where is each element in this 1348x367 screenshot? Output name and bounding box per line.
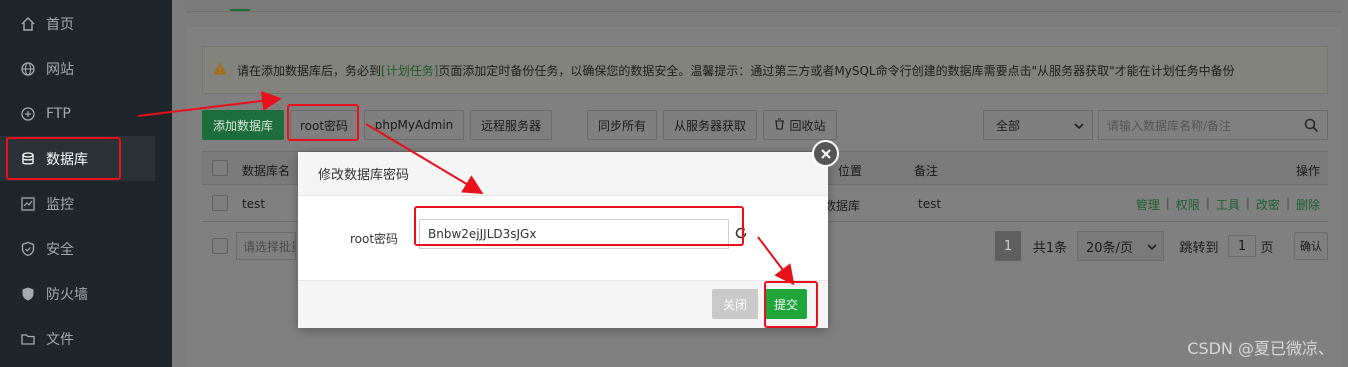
arrow-sidebar-to-root xyxy=(137,91,282,117)
arrow-root-to-input xyxy=(365,123,484,195)
watermark: CSDN @夏已微凉、 xyxy=(1187,339,1334,358)
arrow-input-to-submit xyxy=(757,236,795,286)
annotation-arrows xyxy=(137,91,795,286)
